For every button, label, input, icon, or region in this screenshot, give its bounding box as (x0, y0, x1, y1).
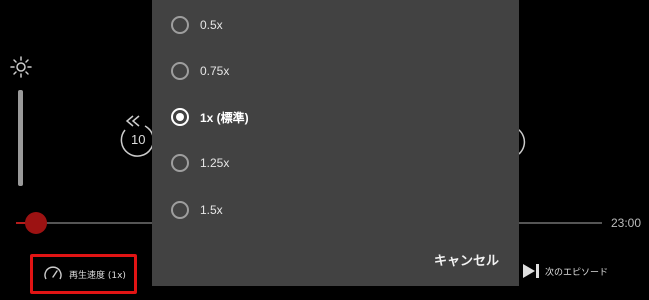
speed-option-label: 1.25x (200, 156, 230, 170)
speed-option-0-75x[interactable]: 0.75x (152, 48, 519, 94)
speed-option-label: 1.5x (200, 203, 223, 217)
radio-button[interactable] (171, 154, 189, 172)
speed-option-label: 0.75x (200, 64, 230, 78)
next-episode-label: 次のエピソード (545, 267, 609, 278)
skip-next-icon (523, 264, 539, 278)
speed-option-label: 0.5x (200, 18, 223, 32)
radio-button[interactable] (171, 201, 189, 219)
radio-button-selected[interactable] (171, 108, 189, 126)
playback-speed-button[interactable]: 再生速度 (1x) (30, 254, 137, 294)
brightness-slider[interactable] (18, 90, 23, 186)
seek-thumb[interactable] (25, 212, 47, 234)
sun-icon (10, 56, 32, 78)
playback-speed-dialog: 0.5x 0.75x 1x (標準) 1.25x 1.5x キャンセル (152, 0, 519, 286)
radio-button[interactable] (171, 62, 189, 80)
rewind-seconds-label: 10 (131, 132, 146, 147)
radio-button[interactable] (171, 16, 189, 34)
next-episode-button[interactable]: 次のエピソード (521, 262, 608, 280)
speed-option-1x[interactable]: 1x (標準) (152, 94, 519, 140)
cancel-button[interactable]: キャンセル (434, 250, 499, 269)
speed-option-1-5x[interactable]: 1.5x (152, 187, 519, 233)
speedometer-icon (44, 266, 62, 280)
speed-option-label: 1x (標準) (200, 110, 249, 125)
playback-speed-label: 再生速度 (1x) (69, 270, 126, 281)
total-time: 23:00 (611, 216, 642, 230)
speed-option-0-5x[interactable]: 0.5x (152, 2, 519, 48)
speed-option-1-25x[interactable]: 1.25x (152, 140, 519, 186)
